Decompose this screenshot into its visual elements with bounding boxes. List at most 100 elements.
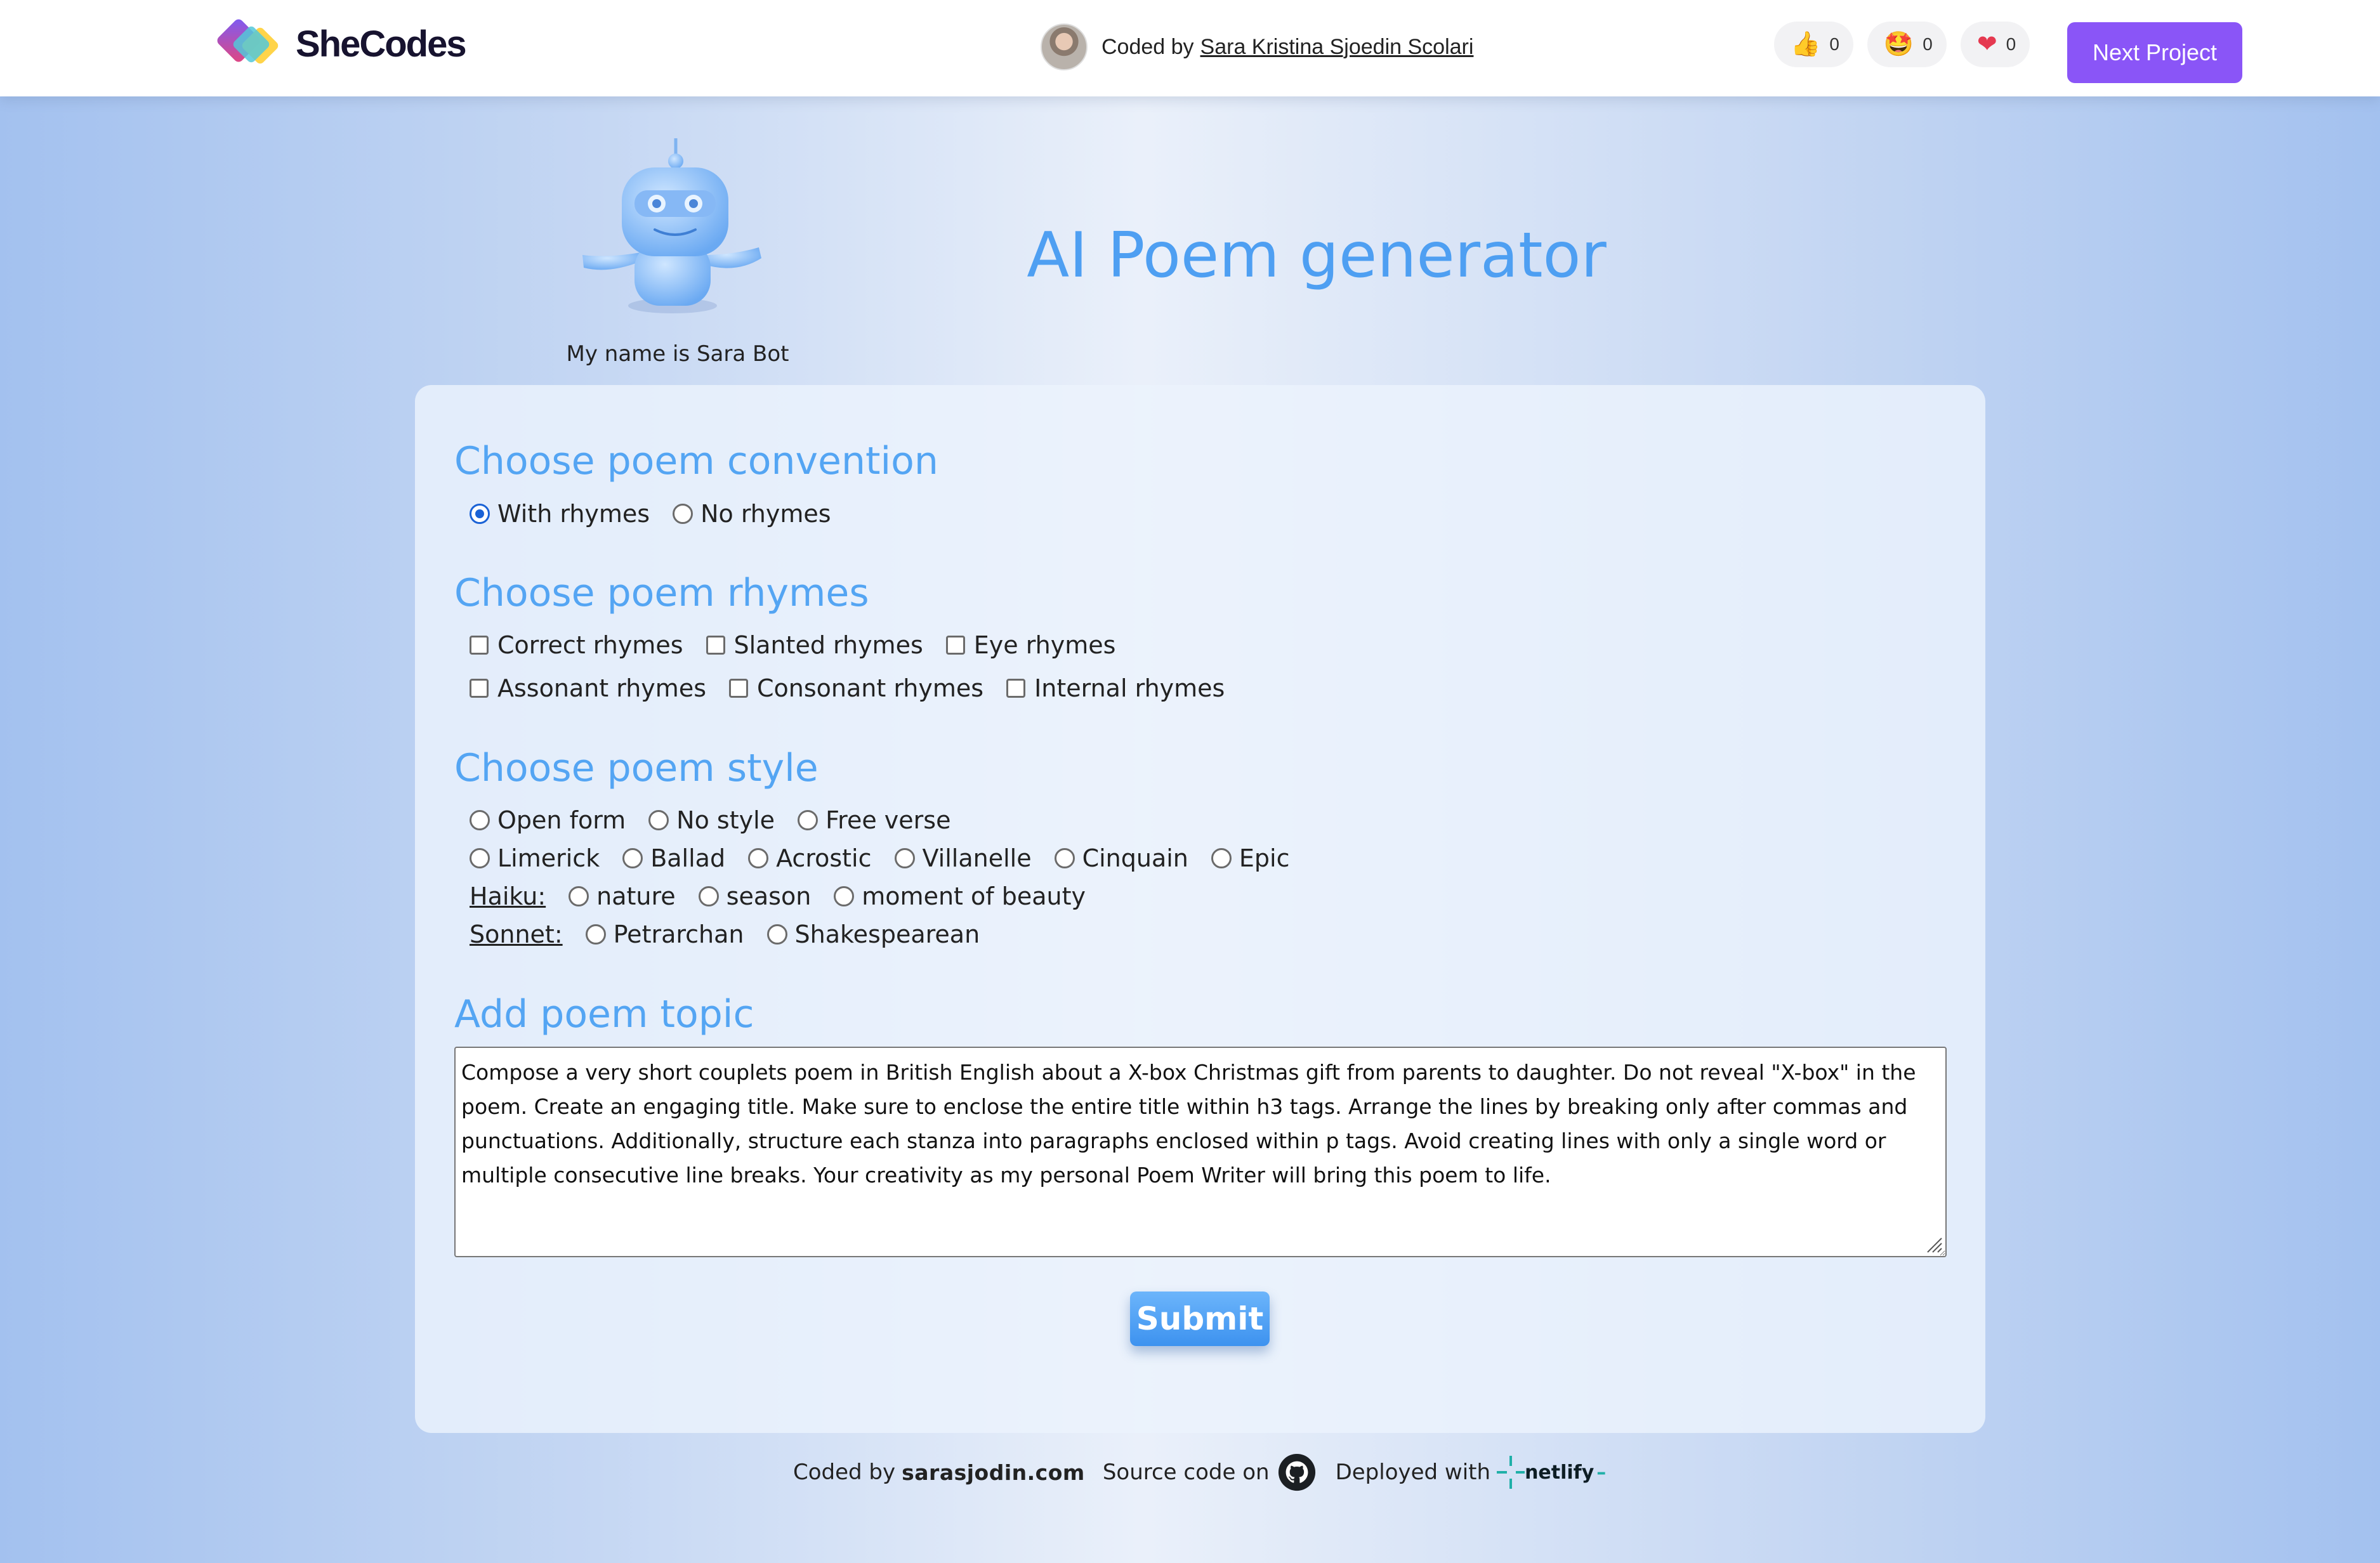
radio[interactable]: [1054, 848, 1075, 868]
checkbox[interactable]: [470, 679, 489, 698]
netlify-logo[interactable]: netlify –: [1497, 1453, 1608, 1491]
radio[interactable]: [648, 810, 669, 830]
reaction-thumbs-up[interactable]: 👍 0: [1774, 22, 1853, 67]
radio-haiku-season[interactable]: season: [698, 882, 811, 910]
option-with-rhymes[interactable]: With rhymes: [470, 500, 650, 528]
radio[interactable]: [622, 848, 643, 868]
option-label: Consonant rhymes: [757, 674, 984, 702]
radio-haiku-moment-of-beauty[interactable]: moment of beauty: [834, 882, 1086, 910]
footer-deployed-label: Deployed with: [1335, 1460, 1491, 1485]
radio[interactable]: [698, 886, 719, 906]
robot-icon: [582, 138, 761, 313]
author-link[interactable]: Sara Kristina Sjoedin Scolari: [1200, 35, 1474, 60]
topic-text: Compose a very short couplets poem in Br…: [461, 1060, 1916, 1187]
checkbox[interactable]: [706, 636, 725, 655]
star-struck-icon: 🤩: [1883, 31, 1914, 58]
checkbox-slanted-rhymes[interactable]: Slanted rhymes: [706, 631, 923, 659]
checkbox[interactable]: [945, 636, 965, 655]
topic-heading: Add poem topic: [454, 992, 754, 1037]
option-label: Petrarchan: [613, 920, 744, 948]
checkbox-correct-rhymes[interactable]: Correct rhymes: [470, 631, 683, 659]
reaction-count: 0: [1829, 34, 1839, 54]
reaction-heart[interactable]: ❤ 0: [1960, 22, 2030, 67]
haiku-label: Haiku:: [470, 882, 546, 910]
radio-sonnet-petrarchan[interactable]: Petrarchan: [585, 920, 744, 948]
radio-villanelle[interactable]: Villanelle: [894, 844, 1032, 872]
radio[interactable]: [1211, 848, 1232, 868]
radio[interactable]: [470, 810, 490, 830]
radio[interactable]: [470, 848, 490, 868]
author-credit: Coded by Sara Kristina Sjoedin Scolari: [1041, 23, 1473, 71]
option-label: moment of beauty: [862, 882, 1086, 910]
reaction-count: 0: [2006, 34, 2016, 54]
option-label: Correct rhymes: [497, 631, 683, 659]
radio-ballad[interactable]: Ballad: [622, 844, 725, 872]
radio[interactable]: [569, 886, 589, 906]
poem-topic-textarea[interactable]: Compose a very short couplets poem in Br…: [454, 1047, 1947, 1257]
sonnet-label: Sonnet:: [470, 920, 563, 948]
netlify-dash-icon: –: [1596, 1461, 1607, 1484]
heart-icon: ❤: [1976, 31, 1997, 58]
thumbs-up-icon: 👍: [1791, 31, 1821, 58]
option-label: No style: [676, 806, 775, 834]
option-label: Open form: [497, 806, 626, 834]
option-label: Epic: [1239, 844, 1290, 872]
resize-grip-icon[interactable]: [1924, 1234, 1943, 1253]
checkbox[interactable]: [470, 636, 489, 655]
option-label: Slanted rhymes: [733, 631, 923, 659]
radio-epic[interactable]: Epic: [1211, 844, 1290, 872]
radio-no-style[interactable]: No style: [648, 806, 775, 834]
rhymes-row-2: Assonant rhymes Consonant rhymes Interna…: [470, 674, 1247, 702]
radio[interactable]: [585, 924, 606, 945]
brand-name[interactable]: SheCodes: [296, 23, 467, 65]
option-label: Acrostic: [776, 844, 872, 872]
option-label: Limerick: [497, 844, 600, 872]
submit-button[interactable]: Submit: [1130, 1292, 1270, 1346]
option-label: Villanelle: [922, 844, 1032, 872]
radio-limerick[interactable]: Limerick: [470, 844, 600, 872]
option-label: Assonant rhymes: [497, 674, 706, 702]
shecodes-logo-icon[interactable]: [213, 11, 296, 81]
radio-cinquain[interactable]: Cinquain: [1054, 844, 1188, 872]
avatar: [1041, 23, 1088, 70]
radio[interactable]: [834, 886, 855, 906]
reaction-count: 0: [1923, 34, 1933, 54]
radio-with-rhymes[interactable]: [470, 504, 490, 524]
style-heading: Choose poem style: [454, 746, 819, 790]
option-label: Eye rhymes: [973, 631, 1116, 659]
convention-options: With rhymes No rhymes: [470, 500, 854, 528]
option-label: Cinquain: [1082, 844, 1188, 872]
radio-haiku-nature[interactable]: nature: [569, 882, 676, 910]
checkbox[interactable]: [1006, 679, 1026, 698]
checkbox[interactable]: [729, 679, 748, 698]
robot-caption: My name is Sara Bot: [566, 341, 789, 367]
checkbox-eye-rhymes[interactable]: Eye rhymes: [945, 631, 1116, 659]
radio-acrostic[interactable]: Acrostic: [748, 844, 872, 872]
radio[interactable]: [766, 924, 787, 945]
netlify-wordmark: netlify: [1525, 1461, 1594, 1484]
radio[interactable]: [894, 848, 915, 868]
checkbox-internal-rhymes[interactable]: Internal rhymes: [1006, 674, 1225, 702]
radio-sonnet-shakespearean[interactable]: Shakespearean: [766, 920, 980, 948]
radio[interactable]: [748, 848, 769, 868]
radio[interactable]: [798, 810, 819, 830]
checkbox-assonant-rhymes[interactable]: Assonant rhymes: [470, 674, 706, 702]
coded-by-label: Coded by: [1101, 34, 1194, 59]
reaction-star-struck[interactable]: 🤩 0: [1867, 22, 1947, 67]
option-label: With rhymes: [497, 500, 650, 528]
top-bar: SheCodes Coded by Sara Kristina Sjoedin …: [0, 0, 2380, 96]
haiku-row: Haiku: nature season moment of beauty: [470, 882, 1108, 910]
option-no-rhymes[interactable]: No rhymes: [673, 500, 831, 528]
page-title: AI Poem generator: [1027, 219, 1607, 292]
radio-open-form[interactable]: Open form: [470, 806, 626, 834]
checkbox-consonant-rhymes[interactable]: Consonant rhymes: [729, 674, 983, 702]
radio-no-rhymes[interactable]: [673, 504, 694, 524]
rhymes-row-1: Correct rhymes Slanted rhymes Eye rhymes: [470, 631, 1138, 659]
next-project-button[interactable]: Next Project: [2067, 22, 2242, 83]
radio-free-verse[interactable]: Free verse: [798, 806, 950, 834]
footer: Coded by sarasjodin.com Source code on D…: [793, 1451, 1608, 1493]
github-icon[interactable]: [1277, 1453, 1317, 1492]
option-label: No rhymes: [700, 500, 831, 528]
footer-site-link[interactable]: sarasjodin.com: [902, 1460, 1085, 1485]
footer-coded-by: Coded by: [793, 1460, 896, 1485]
